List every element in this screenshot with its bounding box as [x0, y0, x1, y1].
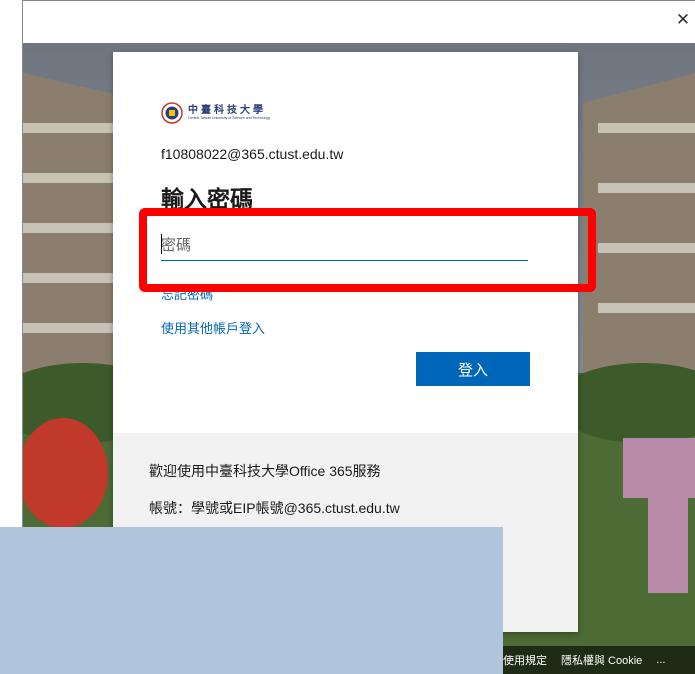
- seal-icon: [161, 102, 183, 124]
- privacy-cookie-link[interactable]: 隱私權與 Cookie: [561, 652, 642, 668]
- footer-bar: 使用規定 隱私權與 Cookie ...: [503, 646, 695, 674]
- welcome-text: 歡迎使用中臺科技大學Office 365服務: [149, 463, 381, 479]
- logo-chinese-name: 中臺科技大學: [188, 105, 266, 116]
- title-bar: ✕: [23, 1, 695, 43]
- account-hint-text: 帳號：學號或EIP帳號@365.ctust.edu.tw: [149, 500, 400, 516]
- highlight-box: [139, 208, 596, 292]
- signin-button[interactable]: 登入: [416, 352, 530, 386]
- close-icon[interactable]: ✕: [672, 9, 694, 31]
- more-options-button[interactable]: ...: [656, 654, 665, 666]
- account-identity: f10808022@365.ctust.edu.tw: [161, 146, 344, 162]
- terms-link[interactable]: 使用規定: [503, 652, 547, 668]
- university-logo: 中臺科技大學 Central Taiwan University of Scie…: [161, 102, 270, 124]
- occluding-panel: [0, 527, 503, 674]
- other-account-link[interactable]: 使用其他帳戶登入: [161, 318, 265, 337]
- logo-english-name: Central Taiwan University of Science and…: [188, 116, 271, 120]
